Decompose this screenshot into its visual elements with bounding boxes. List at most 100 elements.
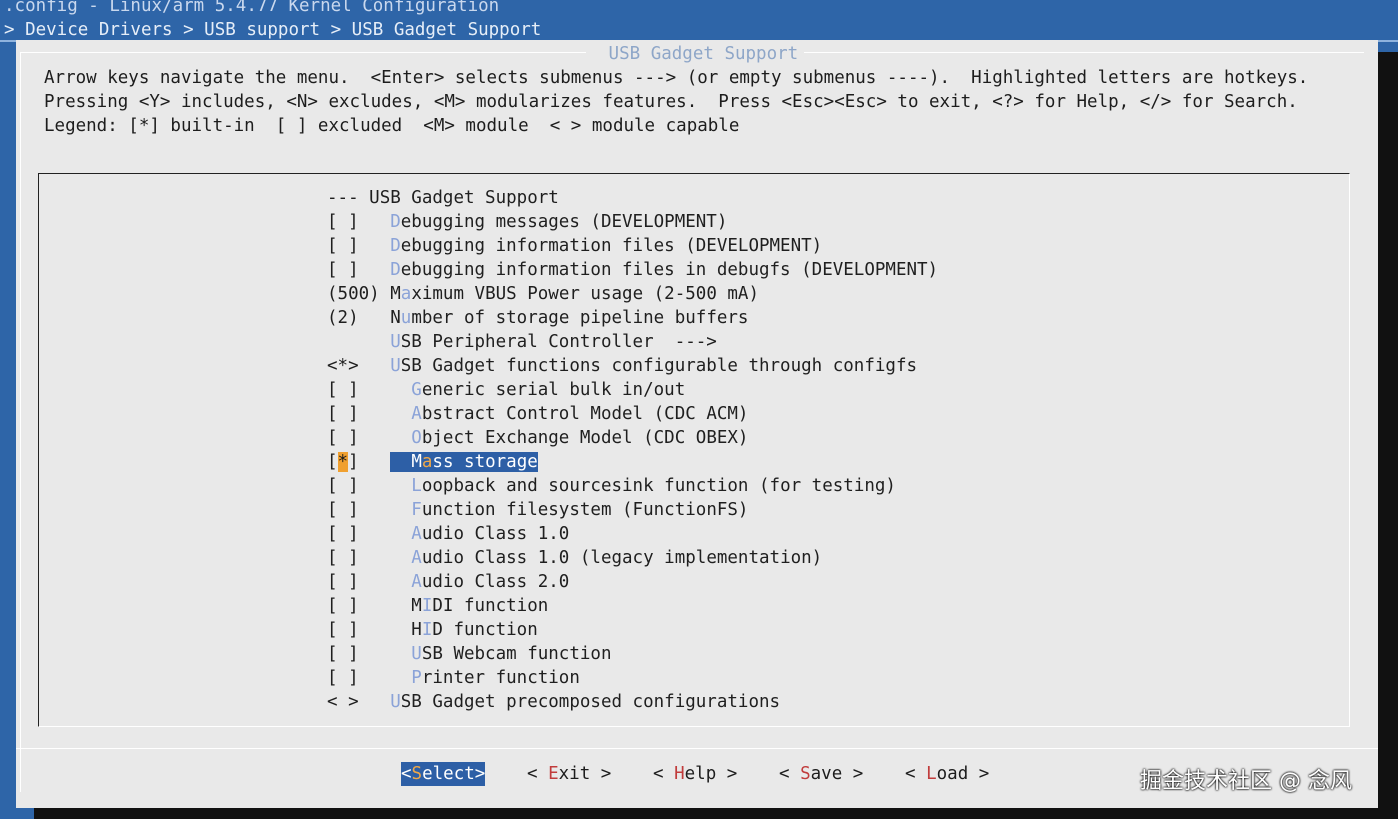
breadcrumb: > Device Drivers > USB support > USB Gad…	[4, 20, 542, 40]
label-text: bject Exchange Model (CDC OBEX)	[421, 428, 749, 448]
item-status: < >	[327, 692, 391, 712]
save-button[interactable]: < Save >	[779, 762, 863, 786]
button-bracket: >	[716, 764, 738, 784]
hotkey-letter: O	[411, 428, 422, 448]
label-text: M	[411, 596, 422, 616]
item-status: [ ]	[327, 644, 391, 664]
help-text-line: Arrow keys navigate the menu. <Enter> se…	[44, 68, 1309, 88]
exit-button[interactable]: < Exit >	[527, 762, 611, 786]
label-text: ximum VBUS Power usage (2-500 mA)	[411, 284, 759, 304]
item-status: [ ]	[327, 260, 391, 280]
hotkey-letter: F	[411, 500, 422, 520]
hotkey-letter: I	[421, 596, 433, 616]
hotkey-letter: U	[390, 356, 401, 376]
menu-item[interactable]: [ ] Loopback and sourcesink function (fo…	[327, 474, 896, 498]
menu-item-label: Debugging information files in debugfs (…	[390, 260, 938, 280]
hotkey-letter: A	[411, 404, 422, 424]
menu-item[interactable]: [ ] Printer function	[327, 666, 580, 690]
button-bracket: <	[401, 764, 412, 784]
menu-item-label: Loopback and sourcesink function (for te…	[390, 476, 896, 496]
menu-item-label: Number of storage pipeline buffers	[390, 308, 748, 328]
menu-item[interactable]: --- USB Gadget Support	[327, 186, 559, 210]
menu-item[interactable]: [ ] Debugging information files (DEVELOP…	[327, 234, 822, 258]
label-text: M	[411, 452, 422, 472]
label-text: udio Class 2.0	[421, 572, 570, 592]
hotkey-letter: I	[421, 620, 433, 640]
label-text: USB Gadget Support	[369, 188, 559, 208]
label-text: udio Class 1.0	[421, 524, 570, 544]
help-button[interactable]: < Help >	[653, 762, 737, 786]
menu-item[interactable]: [ ] Debugging messages (DEVELOPMENT)	[327, 210, 727, 234]
button-label: ave	[810, 764, 843, 784]
button-label: elect	[422, 764, 475, 784]
menu-item-label: MIDI function	[390, 596, 548, 616]
menu-item[interactable]: [ ] Function filesystem (FunctionFS)	[327, 498, 748, 522]
menu-item-label: Printer function	[390, 668, 580, 688]
menu-item[interactable]: USB Peripheral Controller --->	[327, 330, 717, 354]
button-bracket: <	[527, 764, 549, 784]
button-label: oad	[936, 764, 969, 784]
menu-item-label: Abstract Control Model (CDC ACM)	[390, 404, 748, 424]
checkbox-bracket: [	[327, 452, 338, 472]
label-text: mber of storage pipeline buffers	[411, 308, 749, 328]
menu-item-label: USB Webcam function	[390, 644, 611, 664]
button-bracket: <	[653, 764, 675, 784]
menu-item[interactable]: [ ] Audio Class 2.0	[327, 570, 569, 594]
menu-item[interactable]: [ ] USB Webcam function	[327, 642, 612, 666]
label-text: H	[411, 620, 422, 640]
menu-item-selected[interactable]: [*] Mass storage	[327, 450, 538, 474]
menu-item-label: USB Gadget precomposed configurations	[390, 692, 780, 712]
menu-item-label: Audio Class 2.0	[390, 572, 569, 592]
hotkey-letter: H	[674, 764, 685, 784]
menu-item[interactable]: [ ] Audio Class 1.0 (legacy implementati…	[327, 546, 822, 570]
hotkey-letter: A	[411, 572, 422, 592]
menu-item-label: Audio Class 1.0	[390, 524, 569, 544]
item-status: [ ]	[327, 428, 391, 448]
button-bracket: >	[590, 764, 612, 784]
menu-item-label: USB Gadget Support	[369, 188, 559, 208]
item-status: [ ]	[327, 620, 391, 640]
label-text: ebugging information files in debugfs (D…	[400, 260, 939, 280]
hotkey-letter: a	[400, 284, 412, 304]
label-text: bstract Control Model (CDC ACM)	[421, 404, 749, 424]
load-button[interactable]: < Load >	[905, 762, 989, 786]
menu-item[interactable]: < > USB Gadget precomposed configuration…	[327, 690, 780, 714]
item-status: [ ]	[327, 596, 391, 616]
item-status: [ ]	[327, 548, 391, 568]
hotkey-letter: P	[411, 668, 422, 688]
menu-item[interactable]: [ ] Debugging information files in debug…	[327, 258, 938, 282]
dialog-border	[804, 52, 1364, 53]
hotkey-letter: D	[390, 260, 401, 280]
label-text: SB Peripheral Controller --->	[400, 332, 717, 352]
select-button[interactable]: <Select>	[401, 762, 486, 786]
window-title: .config - Linux/arm 5.4.77 Kernel Config…	[4, 0, 500, 16]
button-bracket: >	[842, 764, 864, 784]
item-status: [ ]	[327, 380, 391, 400]
dialog-shadow-bottom	[34, 808, 1398, 819]
menu-item-label: Function filesystem (FunctionFS)	[390, 500, 748, 520]
label-text: SB Gadget precomposed configurations	[400, 692, 781, 712]
menu-item-label: HID function	[390, 620, 538, 640]
menu-item[interactable]: [ ] HID function	[327, 618, 538, 642]
hotkey-letter: D	[390, 212, 401, 232]
label-text: D function	[432, 620, 538, 640]
menu-item[interactable]: [ ] Audio Class 1.0	[327, 522, 569, 546]
legend-line: Legend: [*] built-in [ ] excluded <M> mo…	[44, 116, 740, 136]
menu-item[interactable]: [ ] Generic serial bulk in/out	[327, 378, 685, 402]
dialog-border	[20, 52, 586, 53]
menu-item[interactable]: (2) Number of storage pipeline buffers	[327, 306, 748, 330]
item-status: [ ]	[327, 668, 391, 688]
menu-item[interactable]: (500) Maximum VBUS Power usage (2-500 mA…	[327, 282, 759, 306]
menu-item-label: Debugging messages (DEVELOPMENT)	[390, 212, 727, 232]
label-text: rinter function	[421, 668, 580, 688]
menu-item[interactable]: [ ] MIDI function	[327, 594, 548, 618]
menu-item-label: USB Gadget functions configurable throug…	[390, 356, 917, 376]
menu-item[interactable]: [ ] Abstract Control Model (CDC ACM)	[327, 402, 748, 426]
label-text: DI function	[432, 596, 549, 616]
watermark: 掘金技术社区 @ 念风	[1140, 769, 1352, 794]
menu-item-label: USB Peripheral Controller --->	[390, 332, 717, 352]
menu-item[interactable]: [ ] Object Exchange Model (CDC OBEX)	[327, 426, 748, 450]
menu-item[interactable]: <*> USB Gadget functions configurable th…	[327, 354, 917, 378]
button-separator	[16, 748, 1378, 749]
label-text: SB Gadget functions configurable through…	[400, 356, 918, 376]
